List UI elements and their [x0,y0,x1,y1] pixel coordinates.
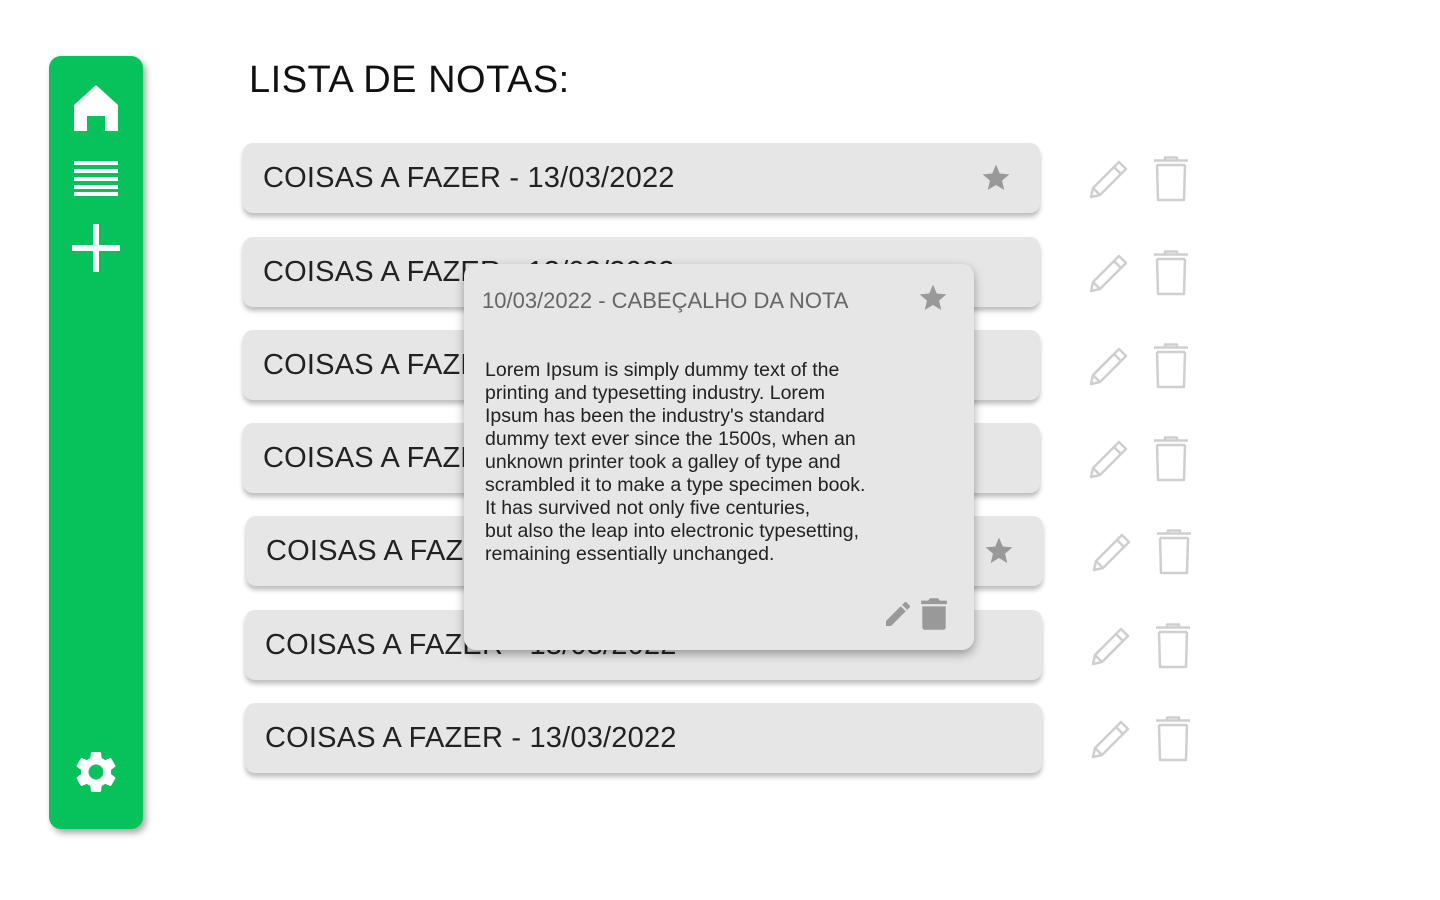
popup-header: 10/03/2022 - CABEÇALHO DA NOTA [482,288,849,313]
note-title: COISAS A FAZER - 13/03/2022 [265,722,677,754]
note-detail-popup: 10/03/2022 - CABEÇALHO DA NOTA Lorem Ips… [464,264,974,650]
star-icon[interactable] [980,162,1012,194]
note-row: COISAS A FAZER - 13/03/2022 [0,703,1440,775]
trash-icon[interactable] [920,598,948,630]
note-title: COISAS A FAZER - 13/03/2022 [263,162,675,194]
star-icon[interactable] [917,282,949,314]
trash-icon[interactable] [1155,529,1193,575]
note-card[interactable]: COISAS A FAZER - 13/03/2022 [245,703,1042,773]
popup-body: Lorem Ipsum is simply dummy text of the … [485,359,866,565]
star-icon[interactable] [983,535,1015,567]
pencil-icon[interactable] [1084,343,1132,391]
note-card[interactable]: COISAS A FAZER - 13/03/2022 [243,143,1040,213]
note-row: COISAS A FAZER - 13/03/2022 [0,143,1440,215]
trash-icon[interactable] [1154,623,1192,669]
pencil-icon[interactable] [1086,716,1134,764]
notes-app: LISTA DE NOTAS: COISAS A FAZER - 13/03/2… [0,0,1440,900]
pencil-icon[interactable] [1087,529,1135,577]
pencil-icon[interactable] [882,598,914,630]
trash-icon[interactable] [1152,343,1190,389]
trash-icon[interactable] [1152,436,1190,482]
pencil-icon[interactable] [1086,623,1134,671]
pencil-icon[interactable] [1084,250,1132,298]
trash-icon[interactable] [1154,716,1192,762]
pencil-icon[interactable] [1084,156,1132,204]
pencil-icon[interactable] [1084,436,1132,484]
trash-icon[interactable] [1152,250,1190,296]
trash-icon[interactable] [1152,156,1190,202]
